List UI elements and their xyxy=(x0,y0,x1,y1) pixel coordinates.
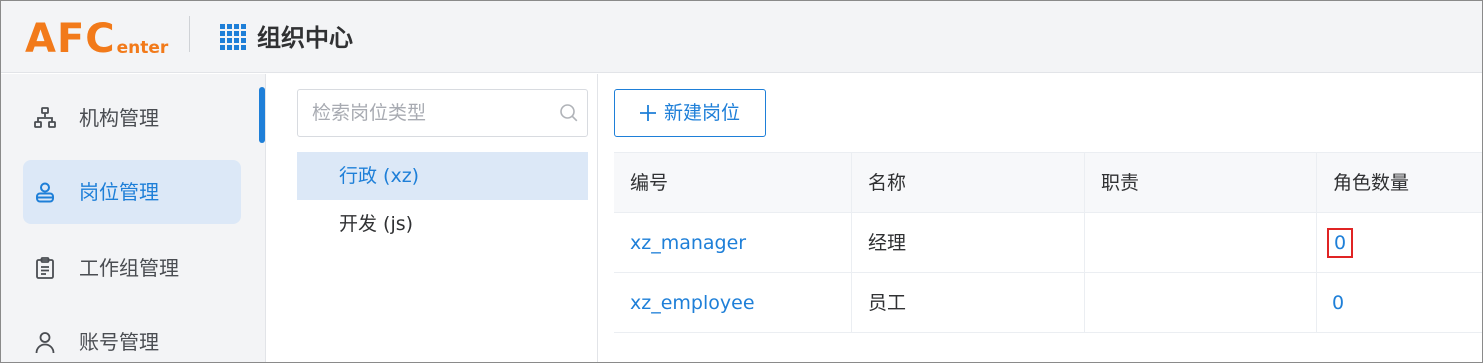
sidebar-item-label: 机构管理 xyxy=(79,106,159,130)
table-row: xz_employee 员工 0 xyxy=(614,273,1482,333)
clipboard-icon xyxy=(36,257,54,279)
role-count-link[interactable]: 0 xyxy=(1327,290,1349,316)
header-divider xyxy=(189,16,190,52)
sidebar-item-label: 岗位管理 xyxy=(79,180,159,204)
position-name-cell: 经理 xyxy=(851,213,1084,273)
plus-icon xyxy=(640,105,656,121)
app-title: 组织中心 xyxy=(257,24,353,52)
position-list-area: 新建岗位 编号 名称 职责 角色数量 xz_manager 经理 0 xz_em… xyxy=(599,74,1482,362)
new-position-label: 新建岗位 xyxy=(664,102,741,124)
top-header: AFC enter 组织中心 xyxy=(1,1,1482,73)
active-indicator-bar xyxy=(259,87,265,143)
position-table: 编号 名称 职责 角色数量 xz_manager 经理 0 xz_employe… xyxy=(614,152,1482,333)
position-user-icon xyxy=(36,182,54,203)
role-count-cell: 0 xyxy=(1316,213,1482,273)
type-search-input[interactable] xyxy=(312,90,552,136)
position-duty-cell xyxy=(1084,273,1316,333)
column-header-code: 编号 xyxy=(630,172,669,194)
table-header-row: 编号 名称 职责 角色数量 xyxy=(614,153,1482,213)
sidebar-item-org-management[interactable]: 机构管理 xyxy=(23,86,241,150)
sidebar-item-account-management[interactable]: 账号管理 xyxy=(23,310,241,362)
role-count-cell: 0 xyxy=(1316,273,1482,333)
search-icon[interactable] xyxy=(559,103,579,123)
column-header-name: 名称 xyxy=(851,153,1084,213)
new-position-button[interactable]: 新建岗位 xyxy=(614,89,766,137)
user-icon xyxy=(35,332,55,354)
sidebar-item-label: 账号管理 xyxy=(79,330,159,354)
column-header-duty: 职责 xyxy=(1084,153,1316,213)
role-count-link[interactable]: 0 xyxy=(1327,228,1354,258)
type-search-box[interactable] xyxy=(297,89,588,137)
position-code-cell: xz_employee xyxy=(614,273,851,333)
position-code-link[interactable]: xz_employee xyxy=(630,292,755,314)
app-grid-icon xyxy=(220,24,246,50)
org-chart-icon xyxy=(34,107,56,128)
position-code-link[interactable]: xz_manager xyxy=(630,232,746,254)
sidebar-item-workgroup-management[interactable]: 工作组管理 xyxy=(23,236,241,300)
logo-text-small: enter xyxy=(116,38,169,58)
type-item-js[interactable]: 开发 (js) xyxy=(297,200,588,248)
position-type-panel: 行政 (xz) 开发 (js) xyxy=(267,74,598,362)
sidebar-item-label: 工作组管理 xyxy=(79,256,179,280)
position-duty-cell xyxy=(1084,213,1316,273)
type-item-xz[interactable]: 行政 (xz) xyxy=(297,152,588,200)
sidebar-item-position-management[interactable]: 岗位管理 xyxy=(23,160,241,224)
app-window: AFC enter 组织中心 机构管理 岗位管理 工作组管理 账号管理 检索岗位… xyxy=(0,0,1483,363)
position-code-cell: xz_manager xyxy=(614,213,851,273)
afcenter-logo[interactable]: AFC enter xyxy=(25,11,168,61)
sidebar-nav: 机构管理 岗位管理 工作组管理 账号管理 xyxy=(1,74,266,362)
table-row: xz_manager 经理 0 xyxy=(614,213,1482,273)
position-name-cell: 员工 xyxy=(851,273,1084,333)
logo-text-big: AFC xyxy=(25,16,116,62)
column-header-role-count: 角色数量 xyxy=(1316,153,1482,213)
